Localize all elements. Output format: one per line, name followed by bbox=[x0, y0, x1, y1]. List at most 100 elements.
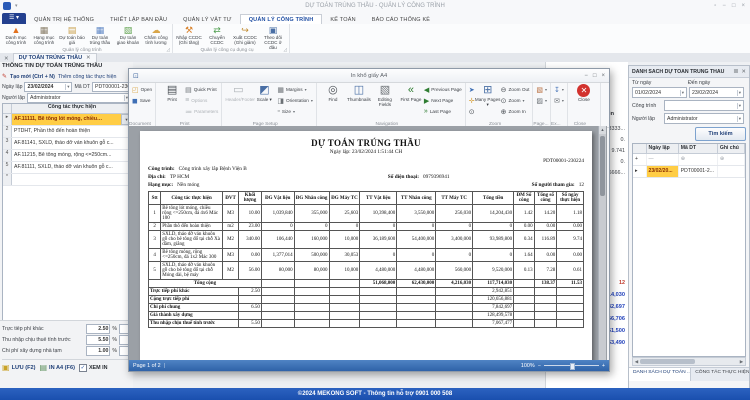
zoom-plus-icon[interactable]: + bbox=[602, 363, 605, 369]
estimate-cell[interactable]: 23/02/20... bbox=[647, 166, 679, 177]
dropdown-arrow-icon: ▾ bbox=[311, 98, 313, 103]
maximize-icon[interactable]: □ bbox=[732, 3, 736, 9]
xu-t-ccdc-ghi-gi-m-button[interactable]: ↪Xuất CCDC (Ghi giảm) bbox=[231, 25, 259, 46]
find-button[interactable]: ◎Find bbox=[320, 84, 346, 102]
column-header-m-dt[interactable]: Mã DT bbox=[679, 144, 718, 153]
h-ng-m-c-c-ng-tr-nh-button[interactable]: ▦Hạng mục công trình bbox=[30, 25, 58, 46]
estimate-list-row[interactable]: ▸23/02/20...PDT00001-2... bbox=[633, 166, 745, 178]
estimate-cell[interactable] bbox=[718, 166, 745, 177]
save-button[interactable]: ◼Save bbox=[132, 95, 152, 106]
d-to-n-tr-ng-th-u-button[interactable]: ▦Dự toán trúng thầu bbox=[86, 25, 114, 46]
ribbon-tab-b-o-c-o-th-ng-k[interactable]: BÁO CÁO THỐNG KÊ bbox=[364, 15, 438, 24]
ribbon-tab-thi-t-l-p-ban-u[interactable]: THIẾT LẬP BAN ĐẦU bbox=[102, 15, 175, 24]
scroll-left-icon[interactable]: ◀ bbox=[633, 359, 640, 365]
preview-scrollbar-thumb[interactable] bbox=[600, 136, 605, 196]
watermark-button[interactable]: ▨▾ bbox=[536, 95, 547, 106]
tab-close-icon[interactable]: ✕ bbox=[86, 55, 91, 61]
date-combobox[interactable]: 23/02/2024▾ bbox=[24, 82, 72, 92]
print-a4-button[interactable]: ▤ IN A4 (F6) bbox=[39, 363, 74, 372]
to-date-combobox[interactable]: 23/02/2024▾ bbox=[689, 87, 744, 98]
filter-row[interactable]: +—⊕⊕ bbox=[633, 154, 745, 166]
editing-fields-button[interactable]: ▧Editing Fields bbox=[372, 84, 398, 107]
create-new-link[interactable]: Tạo mới (Ctrl + N) bbox=[10, 74, 55, 80]
task-row[interactable]: 3AF.81141, SXLD, tháo dỡ ván khuôn gỗ c.… bbox=[3, 138, 132, 150]
zoom-minus-icon[interactable]: − bbox=[538, 363, 541, 369]
close-panel-icon[interactable]: ✕ bbox=[741, 69, 746, 75]
document-tab[interactable]: DỰ TOÁN TRÚNG THẦU ✕ bbox=[13, 53, 97, 62]
page-color-button[interactable]: ▧▾ bbox=[536, 84, 547, 95]
email-as-button[interactable]: ✉▾ bbox=[554, 95, 564, 106]
open-button[interactable]: ◰Open bbox=[132, 84, 152, 95]
thumbnails-button[interactable]: ◫Thumbnails bbox=[346, 84, 372, 102]
project-filter-combobox[interactable]: ▾ bbox=[664, 100, 744, 111]
d-to-n-giao-kho-n-button[interactable]: ▧Dự toán giao khoán bbox=[114, 25, 142, 46]
zoom-slider[interactable] bbox=[544, 365, 599, 366]
zoom-slider-thumb[interactable] bbox=[570, 363, 575, 370]
task-row[interactable]: 4AF.11215, Bê tông móng, rộng <=250cm... bbox=[3, 150, 132, 162]
dialog-maximize-icon[interactable]: □ bbox=[593, 73, 597, 79]
zoom-dropdown-button[interactable]: ⊙Zoom▾ bbox=[501, 95, 530, 106]
help-window-icon[interactable]: ▫ bbox=[714, 3, 716, 9]
margins-button[interactable]: ▦Margins▾ bbox=[277, 84, 313, 95]
ratio-value-input[interactable]: 2.50 bbox=[86, 324, 110, 334]
minimize-icon[interactable]: − bbox=[722, 3, 726, 9]
task-row[interactable]: 2PTDHT, Phần thô đến hoàn thiện bbox=[3, 126, 132, 138]
orientation-button[interactable]: ◨Orientation▾ bbox=[277, 95, 313, 106]
horizontal-scrollbar[interactable]: ◀ ▶ bbox=[632, 357, 746, 366]
panel-tab-danh-s-ch-d-to-n[interactable]: DANH SÁCH DỰ TOÁN ... bbox=[629, 368, 691, 381]
quick-print-button[interactable]: ▤Quick Print bbox=[185, 84, 218, 95]
dialog-minimize-icon[interactable]: − bbox=[584, 73, 588, 79]
ratio-value-input[interactable]: 1.00 bbox=[86, 346, 110, 356]
first-page-button[interactable]: «First Page bbox=[398, 84, 424, 102]
ratio-value-input[interactable]: 5.50 bbox=[86, 335, 110, 345]
scroll-up-icon[interactable]: ▲ bbox=[599, 126, 606, 134]
estimate-cell[interactable]: PDT00001-2... bbox=[679, 166, 718, 177]
filter-cell-icon[interactable]: ⊕ bbox=[718, 154, 745, 165]
dialog-close-icon[interactable]: × bbox=[601, 73, 605, 79]
task-row[interactable]: * bbox=[3, 174, 132, 186]
danh-m-c-c-ng-tr-nh-button[interactable]: ▲Danh mục công trình bbox=[2, 25, 30, 46]
ribbon-tab-k-to-n[interactable]: KẾ TOÁN bbox=[322, 15, 363, 24]
pin-icon[interactable]: 𝌆 bbox=[733, 69, 738, 75]
ribbon-tab-qu-n-l-c-ng-tr-nh[interactable]: QUẢN LÝ CÔNG TRÌNH bbox=[240, 14, 323, 24]
save-button[interactable]: ▣ LƯU (F2) bbox=[2, 363, 35, 372]
export-to-button[interactable]: ↧▾ bbox=[554, 84, 564, 95]
preview-checkbox[interactable]: ✓ XEM IN bbox=[79, 364, 108, 372]
last-page-button[interactable]: »Last Page bbox=[424, 106, 462, 117]
size-button[interactable]: ▫Size▾ bbox=[277, 106, 313, 117]
magnifier-tool-icon[interactable]: ⊙ bbox=[469, 106, 475, 117]
task-row[interactable]: 5AF.81111, SXLD, tháo dỡ ván khuôn gỗ c.… bbox=[3, 162, 132, 174]
file-menu-button[interactable]: ☰ ▾ bbox=[2, 13, 26, 24]
code-input[interactable]: PDT00001-230224 bbox=[92, 82, 131, 92]
column-header-ng-y-l-p[interactable]: Ngày lập bbox=[647, 144, 679, 153]
next-page-button[interactable]: ▶Next Page bbox=[424, 95, 462, 106]
ribbon-tab-qu-n-tr-h-th-ng[interactable]: QUẢN TRỊ HỆ THỐNG bbox=[26, 15, 102, 24]
scale-button[interactable]: ◩Scale ▾ bbox=[251, 84, 277, 102]
scrollbar-thumb[interactable] bbox=[640, 359, 695, 364]
ch-m-c-ng-t-nh-l-ng-button[interactable]: ☁Chấm công tính lương bbox=[142, 25, 170, 46]
search-button[interactable]: Tìm kiếm bbox=[695, 127, 746, 141]
filter-cell-icon[interactable]: ⊕ bbox=[679, 154, 718, 165]
scroll-right-icon[interactable]: ▶ bbox=[738, 359, 745, 365]
close-window-icon[interactable]: × bbox=[741, 3, 745, 9]
column-header-ghi-ch[interactable]: Ghi chú bbox=[718, 144, 745, 153]
filter-cell-icon[interactable]: — bbox=[647, 154, 679, 165]
creator-filter-combobox[interactable]: Administrator▾ bbox=[664, 113, 744, 124]
task-row[interactable]: ▸AF.11111, Bê tông lót móng, chiều…▾ bbox=[3, 114, 132, 126]
d-to-n-b-o-gi-button[interactable]: ▤Dự toán báo giá bbox=[58, 25, 86, 46]
previous-page-button[interactable]: ◀Previous Page bbox=[424, 84, 462, 95]
creator-combobox[interactable]: Administrator▾ bbox=[27, 93, 131, 103]
many-pages-button[interactable]: ⊞Many Pages ▾ bbox=[475, 84, 501, 107]
chuy-n-ccdc-button[interactable]: ⇄Chuyển CCDC bbox=[203, 25, 231, 46]
close-preview-button[interactable]: ✕Close bbox=[571, 84, 597, 102]
add-task-link[interactable]: Thêm công tác thực hiện bbox=[58, 74, 117, 80]
ribbon-tab-qu-n-l-v-t-t[interactable]: QUẢN LÝ VẬT TƯ bbox=[175, 15, 240, 24]
preview-vertical-scrollbar[interactable]: ▲ bbox=[598, 126, 606, 360]
from-date-combobox[interactable]: 01/02/2024▾ bbox=[632, 87, 687, 98]
panel-tab-c-ng-t-c-th-c-hi-n[interactable]: CÔNG TÁC THỰC HIỆN bbox=[691, 368, 749, 381]
zoom-out-button[interactable]: ⊖Zoom Out bbox=[501, 84, 530, 95]
nh-p-ccdc-ghi-t-ng-button[interactable]: ⚒Nhập CCDC (Ghi tăng) bbox=[175, 25, 203, 46]
theo-d-i-ccdc-u-button[interactable]: ▣Theo dõi CCDC ở đâu bbox=[259, 25, 287, 46]
zoom-in-button[interactable]: ⊕Zoom In bbox=[501, 106, 530, 117]
print-button[interactable]: ▤Print bbox=[159, 84, 185, 102]
